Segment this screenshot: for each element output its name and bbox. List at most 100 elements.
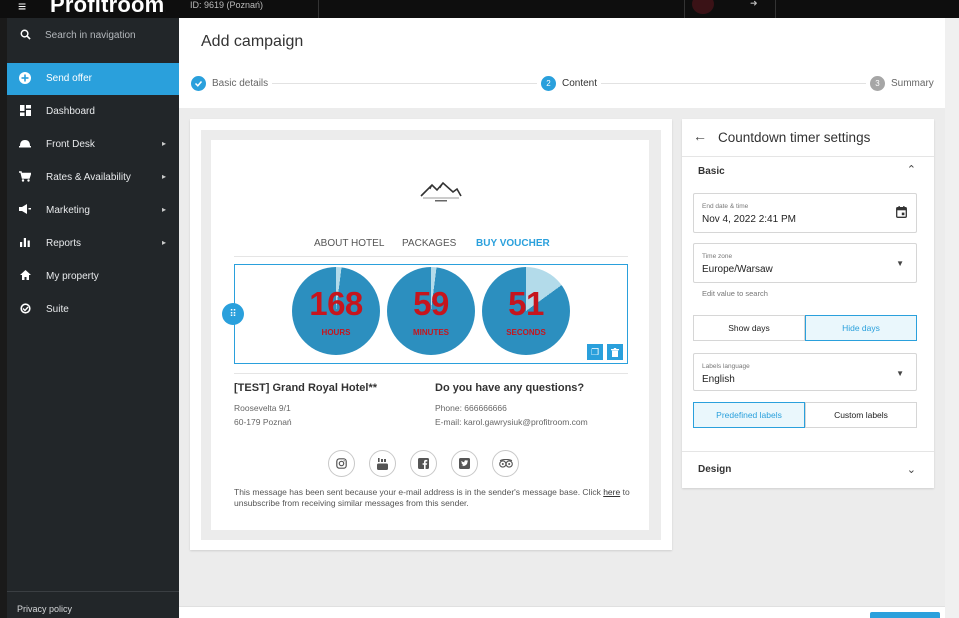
countdown-settings-panel: ← Countdown timer settings Basic ⌃ End d… [682,119,934,488]
arrow-icon[interactable]: ➜ [750,0,758,9]
sidebar-item-marketing[interactable]: Marketing ▸ [7,195,179,227]
menu-link-packages[interactable]: PACKAGES [402,238,456,249]
step-content[interactable]: 2 Content [537,75,602,91]
email-canvas: ABOUT HOTEL PACKAGES BUY VOUCHER 168 HOU… [201,130,661,540]
bottom-action-bar [179,607,945,618]
hotel-phone: Phone: 666666666 [435,403,507,413]
chevron-up-icon[interactable]: ⌃ [907,163,916,176]
privacy-policy-link[interactable]: Privacy policy [17,604,72,614]
section-design-title[interactable]: Design [698,464,731,475]
window-edge [0,18,7,618]
plus-circle-icon [17,72,33,87]
twitter-icon[interactable] [451,450,478,477]
divider [682,451,934,452]
timer-hours-label: HOURS [321,328,351,337]
nav-search[interactable]: Search in navigation [7,18,179,54]
instagram-icon[interactable] [328,450,355,477]
scroll-gutter [945,18,959,618]
field-label: End date & time [702,203,749,210]
questions-heading: Do you have any questions? [435,382,585,394]
step-number: 2 [541,75,556,91]
custom-labels-button[interactable]: Custom labels [805,402,917,428]
sidebar-item-rates-availability[interactable]: Rates & Availability ▸ [7,162,179,194]
timer-seconds-value: 51 [508,285,544,322]
field-value: English [702,374,735,385]
dashboard-icon [17,105,33,119]
bar-chart-icon [17,237,33,250]
sidebar-item-label: Reports [46,238,82,249]
sidebar-item-label: Dashboard [46,106,95,117]
end-date-field[interactable]: End date & time Nov 4, 2022 2:41 PM [693,193,917,233]
hotel-city: 60-179 Poznań [234,417,292,427]
divider [234,373,628,374]
timezone-help-text: Edit value to search [702,289,768,298]
dropdown-arrow-icon[interactable]: ▼ [896,259,904,268]
timezone-field[interactable]: Time zone Europe/Warsaw ▼ [693,243,917,283]
divider [234,256,628,257]
step-label: Basic details [212,77,269,89]
divider [682,156,934,157]
youtube-icon[interactable] [369,450,396,477]
sidebar: Search in navigation Send offer Dashboar… [7,18,179,618]
next-button[interactable] [870,612,940,618]
calendar-icon[interactable] [896,206,907,221]
menu-icon[interactable]: ≡ [18,0,26,14]
sidebar-item-send-offer[interactable]: Send offer [7,63,179,95]
email-body: ABOUT HOTEL PACKAGES BUY VOUCHER 168 HOU… [211,140,649,530]
duplicate-icon[interactable]: ❐ [587,344,603,360]
hide-days-button[interactable]: Hide days [805,315,917,341]
facebook-icon[interactable] [410,450,437,477]
hotel-email: E-mail: karol.gawrysiuk@profitroom.com [435,417,588,427]
notification-icon[interactable] [692,0,714,14]
labels-language-field[interactable]: Labels language English ▼ [693,353,917,391]
timer-seconds-label: SECONDS [506,328,546,337]
field-value: Europe/Warsaw [702,264,773,275]
unsubscribe-link[interactable]: here [603,487,620,497]
countdown-timer-block[interactable]: 168 HOURS 59 MINUTES 51 SECONDS ⠿ ❐ [222,264,628,364]
sidebar-item-label: Suite [46,304,69,315]
sidebar-item-label: Send offer [46,73,92,84]
timer-minutes: 59 MINUTES [387,267,475,355]
sidebar-item-my-property[interactable]: My property [7,261,179,293]
sidebar-item-suite[interactable]: Suite [7,294,179,326]
tripadvisor-icon[interactable] [492,450,519,477]
nav-search-input[interactable]: Search in navigation [45,30,136,41]
email-preview-card: ABOUT HOTEL PACKAGES BUY VOUCHER 168 HOU… [190,119,672,550]
section-basic-title[interactable]: Basic [698,166,725,177]
suite-icon [17,303,33,317]
timer-hours: 168 HOURS [292,267,380,355]
sidebar-item-label: Marketing [46,205,90,216]
timer-seconds: 51 SECONDS [482,267,570,355]
chevron-right-icon: ▸ [161,238,166,247]
field-label: Labels language [702,363,750,370]
panel-title: Countdown timer settings [718,130,871,145]
top-bar: ≡ Profitroom ID: 9619 (Poznań) ➜ [0,0,959,18]
chevron-right-icon: ▸ [161,205,166,214]
unsubscribe-notice: This message has been sent because your … [234,487,634,509]
show-days-button[interactable]: Show days [693,315,805,341]
hotel-logo [419,178,463,204]
topbar-divider [318,0,319,18]
topbar-divider [684,0,685,18]
hotel-street: Roosevelta 9/1 [234,403,291,413]
home-icon [17,270,33,283]
sidebar-item-reports[interactable]: Reports ▸ [7,228,179,260]
cart-icon [17,171,33,185]
sidebar-item-label: Front Desk [46,139,95,150]
drag-handle-icon[interactable]: ⠿ [222,303,244,325]
chevron-down-icon[interactable]: ⌄ [907,463,916,476]
sidebar-item-front-desk[interactable]: Front Desk ▸ [7,129,179,161]
dropdown-arrow-icon[interactable]: ▼ [896,369,904,378]
delete-icon[interactable] [607,344,623,360]
menu-link-about-hotel[interactable]: ABOUT HOTEL [314,238,384,249]
footer-text-before: This message has been sent because your … [234,487,604,497]
brand-logo[interactable]: Profitroom [50,0,164,18]
sidebar-item-dashboard[interactable]: Dashboard [7,96,179,128]
menu-link-buy-voucher[interactable]: BUY VOUCHER [476,238,550,249]
sidebar-item-label: My property [46,271,99,282]
step-basic-details[interactable]: Basic details [187,75,273,91]
step-summary[interactable]: 3 Summary [866,75,938,91]
predefined-labels-button[interactable]: Predefined labels [693,402,805,428]
back-arrow-icon[interactable]: ← [693,128,707,144]
hotel-id: ID: 9619 (Poznań) [190,0,264,10]
